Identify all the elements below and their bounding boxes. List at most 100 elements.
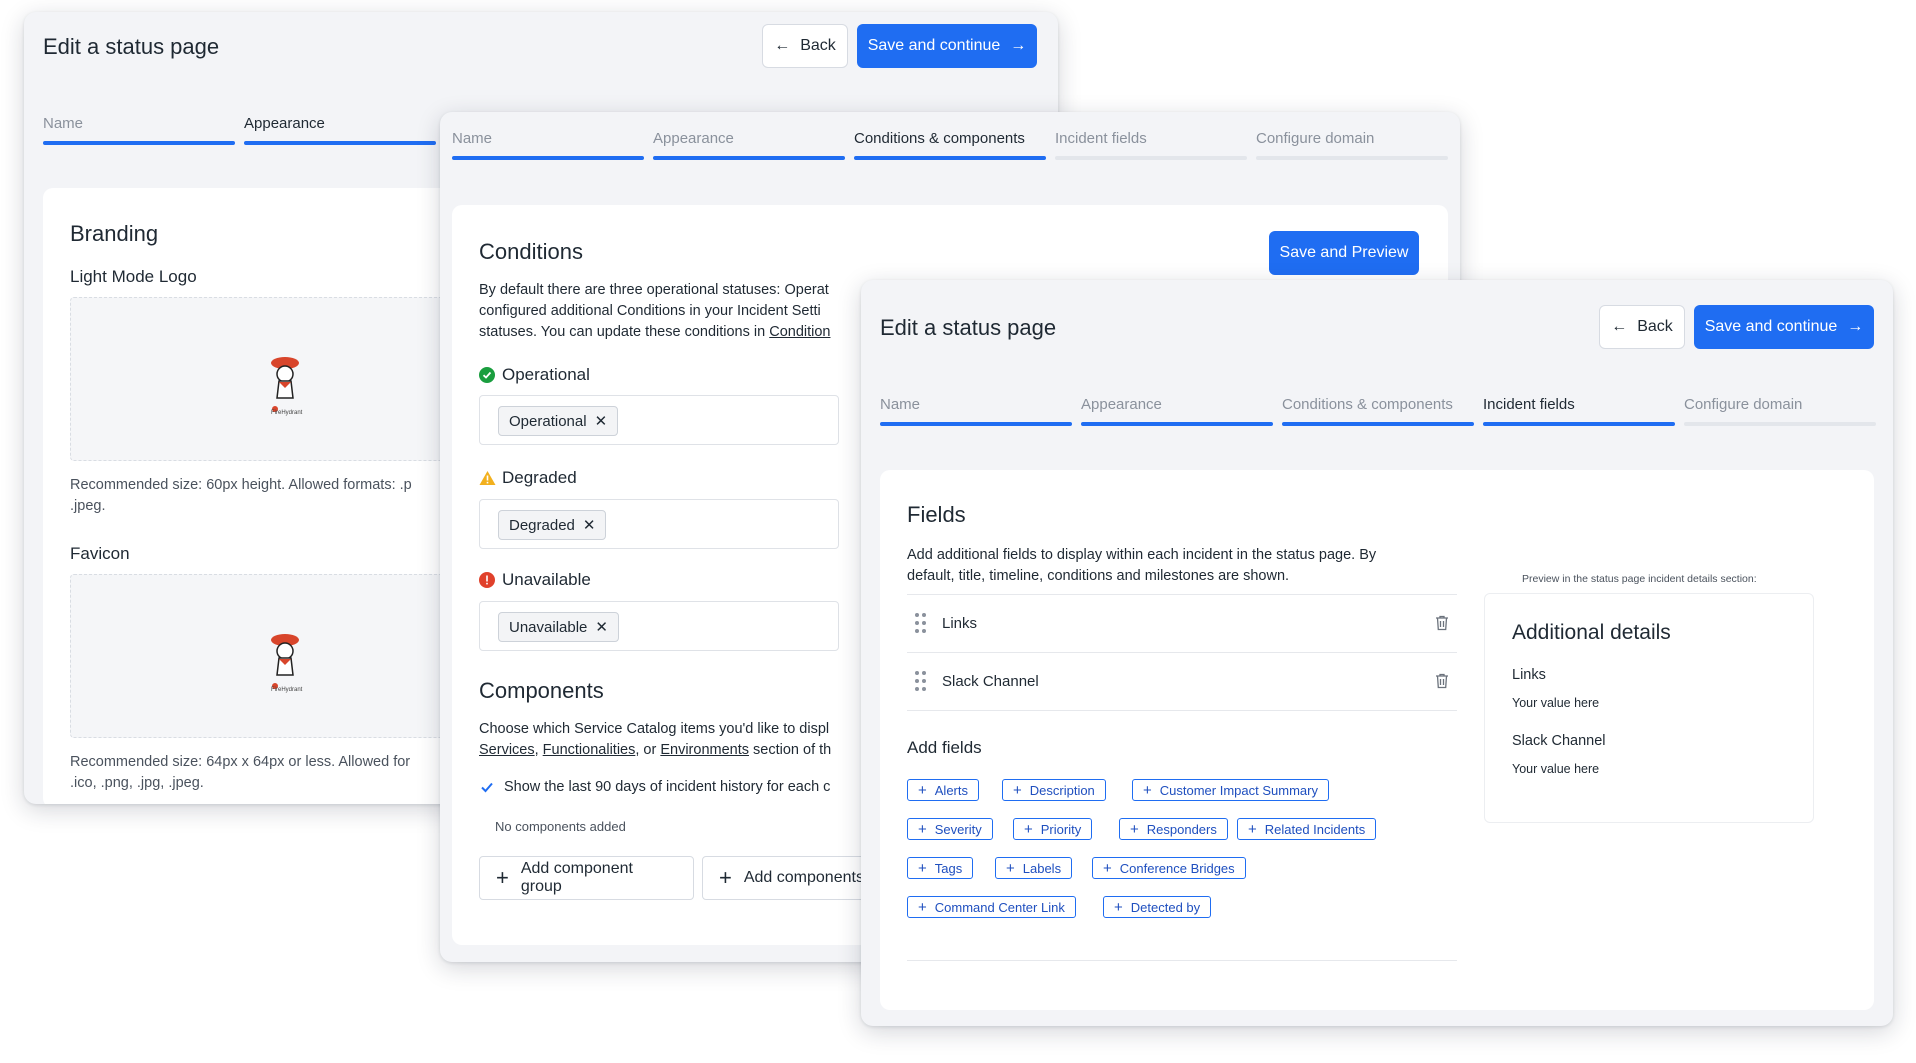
- add-field-severity[interactable]: + Severity: [907, 818, 993, 840]
- add-field-alerts[interactable]: + Alerts: [907, 779, 979, 801]
- tab-appearance[interactable]: Appearance: [244, 115, 436, 145]
- remove-icon[interactable]: ✕: [595, 412, 608, 430]
- field-row-links[interactable]: Links: [907, 595, 1457, 652]
- degraded-tag-input[interactable]: Degraded ✕: [479, 499, 839, 549]
- tab-conditions-components[interactable]: Conditions & components: [1282, 396, 1474, 426]
- tab-name[interactable]: Name: [880, 396, 1072, 426]
- conditions-description-3: statuses. You can update these condition…: [479, 322, 830, 343]
- pill-label: Severity: [934, 821, 982, 837]
- back-button[interactable]: ← Back: [762, 24, 848, 68]
- checkbox-checked-icon[interactable]: [479, 779, 495, 795]
- conditions-settings-link[interactable]: Condition: [769, 324, 830, 340]
- add-field-conference-bridges[interactable]: + Conference Bridges: [1092, 857, 1246, 879]
- add-field-labels[interactable]: + Labels: [995, 857, 1073, 879]
- pill-label: Alerts: [934, 782, 968, 798]
- trash-icon[interactable]: [1435, 673, 1449, 689]
- arrow-left-icon: ←: [1611, 318, 1628, 335]
- arrow-left-icon: ←: [774, 37, 791, 54]
- plus-icon: +: [1143, 781, 1152, 799]
- tab-label: Appearance: [1081, 396, 1162, 413]
- add-field-customer-impact-summary[interactable]: + Customer Impact Summary: [1132, 779, 1329, 801]
- pill-label: Customer Impact Summary: [1159, 782, 1318, 798]
- tag-chip: Degraded ✕: [498, 510, 607, 540]
- tag-chip: Operational ✕: [498, 406, 619, 436]
- plus-icon: +: [918, 859, 927, 877]
- light-logo-label: Light Mode Logo: [70, 267, 197, 286]
- light-logo-dropzone[interactable]: FireHydrant: [70, 297, 470, 461]
- field-row-slack-channel[interactable]: Slack Channel: [907, 653, 1457, 710]
- add-component-group-button[interactable]: + Add component group: [479, 856, 694, 900]
- plus-icon: +: [1114, 898, 1123, 916]
- empty-components-text: No components added: [495, 819, 626, 834]
- plus-icon: +: [918, 781, 927, 799]
- pill-label: Labels: [1022, 860, 1062, 876]
- add-field-related-incidents[interactable]: + Related Incidents: [1237, 818, 1377, 840]
- field-row-label: Links: [942, 615, 978, 632]
- condition-label-operational: Operational: [502, 365, 590, 384]
- plus-icon: +: [1013, 781, 1022, 799]
- add-field-command-center-link[interactable]: + Command Center Link: [907, 896, 1076, 918]
- functionalities-link[interactable]: Functionalities: [543, 742, 636, 758]
- add-field-description[interactable]: + Description: [1002, 779, 1106, 801]
- condition-label-degraded: Degraded: [502, 468, 577, 487]
- light-logo-hint-formats: .jpeg.: [70, 498, 106, 514]
- tab-label: Configure domain: [1684, 396, 1803, 413]
- plus-icon: +: [1024, 820, 1033, 838]
- preview-caption: Preview in the status page incident deta…: [1522, 573, 1757, 585]
- save-and-continue-button[interactable]: Save and continue →: [857, 24, 1037, 68]
- remove-icon[interactable]: ✕: [595, 618, 608, 636]
- tab-label: Configure domain: [1256, 130, 1375, 147]
- add-field-responders[interactable]: + Responders: [1119, 818, 1228, 840]
- conditions-heading: Conditions: [479, 239, 583, 264]
- remove-icon[interactable]: ✕: [583, 516, 596, 534]
- fields-description-2: default, title, timeline, conditions and…: [907, 568, 1290, 584]
- pill-label: Command Center Link: [934, 899, 1065, 915]
- tab-incident-fields[interactable]: Incident fields: [1483, 396, 1675, 426]
- warning-triangle-icon: [479, 471, 496, 485]
- tab-name[interactable]: Name: [452, 130, 644, 160]
- fields-card: Fields Add additional fields to display …: [880, 470, 1874, 1010]
- window-incident-fields: Edit a status page ← Back Save and conti…: [861, 280, 1893, 1026]
- operational-tag-input[interactable]: Operational ✕: [479, 395, 839, 445]
- add-group-label: Add component group: [520, 860, 633, 895]
- add-field-detected-by[interactable]: + Detected by: [1103, 896, 1212, 918]
- drag-handle-icon[interactable]: [915, 613, 927, 633]
- favicon-hint: Recommended size: 64px x 64px or less. A…: [70, 754, 411, 770]
- services-link[interactable]: Services: [479, 742, 535, 758]
- drag-handle-icon[interactable]: [915, 671, 927, 691]
- field-row-label: Slack Channel: [942, 673, 1039, 690]
- add-field-priority[interactable]: + Priority: [1013, 818, 1093, 840]
- page-title: Edit a status page: [43, 34, 220, 59]
- save-and-preview-button[interactable]: Save and Preview: [1269, 231, 1419, 275]
- firehydrant-logo-image: [271, 357, 299, 412]
- favicon-hint-formats: .ico, .png, .jpg, .jpeg.: [70, 775, 204, 791]
- tab-incident-fields[interactable]: Incident fields: [1055, 130, 1247, 160]
- add-fields-heading: Add fields: [907, 738, 982, 757]
- trash-icon[interactable]: [1435, 615, 1449, 631]
- tab-appearance[interactable]: Appearance: [653, 130, 845, 160]
- components-heading: Components: [479, 678, 604, 703]
- tab-configure-domain[interactable]: Configure domain: [1256, 130, 1448, 160]
- plus-icon: +: [918, 898, 927, 916]
- save-label: Save and continue: [1704, 318, 1838, 335]
- preview-field-label: Slack Channel: [1512, 733, 1606, 749]
- preview-field-value: Your value here: [1512, 762, 1600, 776]
- unavailable-tag-input[interactable]: Unavailable ✕: [479, 601, 839, 651]
- fields-heading: Fields: [907, 502, 966, 527]
- pill-label: Tags: [934, 860, 963, 876]
- tab-conditions-components[interactable]: Conditions & components: [854, 130, 1046, 160]
- tab-appearance[interactable]: Appearance: [1081, 396, 1273, 426]
- back-button[interactable]: ← Back: [1599, 305, 1685, 349]
- tab-label: Name: [43, 115, 84, 132]
- tab-label: Conditions & components: [1282, 396, 1453, 413]
- favicon-label: Favicon: [70, 544, 130, 563]
- favicon-dropzone[interactable]: FireHydrant: [70, 574, 470, 738]
- desc-text: statuses. You can update these condition…: [479, 324, 770, 340]
- add-field-tags[interactable]: + Tags: [907, 857, 974, 879]
- tab-name[interactable]: Name: [43, 115, 235, 145]
- chip-label: Unavailable: [509, 618, 588, 636]
- components-description-2: Services, Functionalities, or Environmen…: [479, 742, 832, 758]
- environments-link[interactable]: Environments: [660, 742, 749, 758]
- tab-configure-domain[interactable]: Configure domain: [1684, 396, 1876, 426]
- save-and-continue-button[interactable]: Save and continue →: [1694, 305, 1874, 349]
